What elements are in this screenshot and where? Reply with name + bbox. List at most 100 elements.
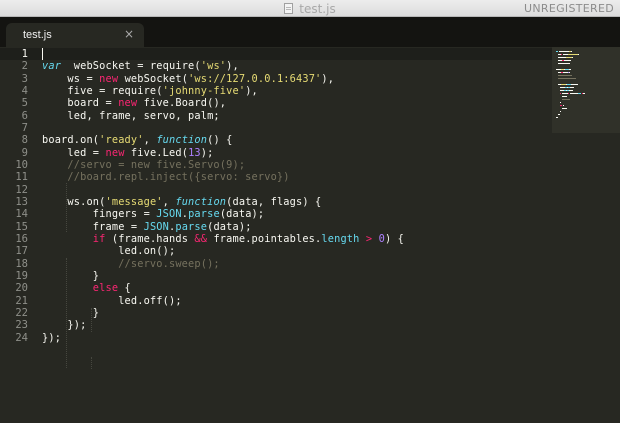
minimap-segment bbox=[568, 72, 570, 73]
code-token: led.off(); bbox=[42, 294, 182, 307]
code-token: length bbox=[321, 232, 360, 245]
code-token: frame = bbox=[42, 220, 144, 233]
title-bar[interactable]: test.js UNREGISTERED bbox=[0, 0, 620, 17]
code-line[interactable]: board = new five.Board(), bbox=[42, 97, 550, 109]
code-line[interactable]: led, frame, servo, palm; bbox=[42, 110, 550, 122]
code-token: board.on( bbox=[42, 134, 100, 147]
code-token: (frame.hands bbox=[105, 232, 195, 245]
code-token: 'ws' bbox=[200, 60, 227, 73]
line-number: 24 bbox=[15, 331, 28, 344]
code-line[interactable]: } bbox=[42, 270, 550, 282]
code-line[interactable]: //servo.sweep(); bbox=[42, 258, 550, 270]
minimap-segment bbox=[558, 51, 569, 52]
code-line[interactable] bbox=[42, 184, 550, 196]
code-token: } bbox=[42, 269, 100, 282]
code-token: //servo = new five.Servo(9); bbox=[42, 158, 246, 171]
tab-label: test.js bbox=[23, 29, 52, 41]
code-token: five.Board(), bbox=[137, 97, 227, 110]
code-token: 13 bbox=[188, 146, 201, 159]
minimap-segment bbox=[564, 60, 571, 61]
code-line[interactable]: }); bbox=[42, 332, 550, 344]
indent-guide bbox=[66, 183, 67, 232]
code-token: && bbox=[194, 232, 208, 245]
code-line[interactable]: ws.on('message', function(data, flags) { bbox=[42, 196, 550, 208]
line-number: 17 bbox=[15, 245, 28, 258]
code-token: fingers = bbox=[42, 208, 157, 221]
code-line[interactable]: var webSocket = require('ws'), bbox=[42, 60, 550, 72]
code-area[interactable]: var webSocket = require('ws'), ws = new … bbox=[42, 47, 550, 344]
code-line[interactable] bbox=[42, 48, 550, 60]
minimap-segment bbox=[567, 54, 578, 55]
minimap-segment bbox=[558, 57, 566, 58]
code-token: //servo.sweep(); bbox=[42, 257, 220, 270]
code-token: function bbox=[175, 195, 227, 208]
line-number: 10 bbox=[15, 158, 28, 171]
code-token: ) { bbox=[384, 232, 404, 245]
window-title-text: test.js bbox=[299, 1, 336, 16]
line-number: 23 bbox=[15, 319, 28, 332]
code-line[interactable]: //board.repl.inject({servo: servo}) bbox=[42, 171, 550, 183]
minimap-segment bbox=[570, 51, 572, 52]
indent-guide bbox=[66, 258, 67, 368]
tab-bar: test.js × bbox=[0, 17, 620, 47]
minimap-segment bbox=[583, 93, 585, 94]
minimap-segment bbox=[569, 69, 571, 70]
minimap[interactable] bbox=[552, 47, 620, 133]
code-line[interactable]: led.off(); bbox=[42, 295, 550, 307]
code-token: 'johnny-five' bbox=[162, 84, 246, 97]
code-token: webSocket = require( bbox=[61, 60, 201, 73]
line-number: 11 bbox=[15, 171, 28, 184]
code-token: frame.pointables. bbox=[207, 232, 322, 245]
license-status: UNREGISTERED bbox=[524, 2, 614, 15]
code-token: else bbox=[92, 282, 119, 295]
line-number: 7 bbox=[21, 121, 28, 134]
minimap-segment bbox=[560, 102, 561, 103]
line-number: 3 bbox=[21, 72, 28, 85]
code-token: ), bbox=[321, 72, 335, 85]
line-number: 5 bbox=[21, 97, 28, 110]
line-number: 2 bbox=[21, 60, 28, 73]
tab-test-js[interactable]: test.js × bbox=[6, 23, 144, 47]
code-line[interactable]: frame = JSON.parse(data); bbox=[42, 221, 550, 233]
code-token: parse bbox=[175, 220, 208, 233]
line-number: 14 bbox=[15, 208, 28, 221]
code-line[interactable] bbox=[42, 122, 550, 134]
code-line[interactable]: else { bbox=[42, 282, 550, 294]
minimap-segment bbox=[558, 78, 576, 79]
code-line[interactable]: ws = new webSocket('ws://127.0.0.1:6437'… bbox=[42, 73, 550, 85]
code-line[interactable]: if (frame.hands && frame.pointables.leng… bbox=[42, 233, 550, 245]
code-token: led = bbox=[42, 146, 106, 159]
code-editor[interactable]: 1 2 3 4 5 6 7 8 9 10 11 12 13 14 15 16 17 18 19 20 21 22 23 24 … bbox=[0, 47, 620, 423]
minimap-segment bbox=[558, 75, 572, 76]
minimap-segment bbox=[562, 96, 567, 97]
code-token: 'ready' bbox=[99, 134, 144, 147]
code-line[interactable]: led.on(); bbox=[42, 245, 550, 257]
code-line[interactable]: }); bbox=[42, 319, 550, 331]
code-line[interactable]: fingers = JSON.parse(data); bbox=[42, 208, 550, 220]
code-line[interactable]: //servo = new five.Servo(9); bbox=[42, 159, 550, 171]
code-line[interactable]: led = new five.Led(13); bbox=[42, 147, 550, 159]
minimap-segment bbox=[570, 87, 574, 88]
code-token: { bbox=[118, 282, 131, 295]
indent-guide bbox=[91, 308, 92, 332]
line-number-gutter[interactable]: 1 2 3 4 5 6 7 8 9 10 11 12 13 14 15 16 17 18 19 20 21 22 23 24 bbox=[0, 47, 28, 344]
code-token: function bbox=[156, 134, 208, 147]
editor-window: test.js UNREGISTERED test.js × 123456789… bbox=[0, 0, 620, 423]
code-token: ); bbox=[200, 146, 214, 159]
code-token: JSON bbox=[143, 220, 169, 233]
minimap-segment bbox=[558, 114, 560, 115]
code-token: , bbox=[162, 195, 176, 208]
code-token: 'ws://127.0.0.1:6437' bbox=[188, 72, 322, 85]
line-number: 20 bbox=[15, 282, 28, 295]
line-number: 6 bbox=[21, 109, 28, 122]
code-token: webSocket( bbox=[118, 72, 189, 85]
code-line[interactable]: board.on('ready', function() { bbox=[42, 134, 550, 146]
code-token: (data); bbox=[207, 220, 252, 233]
code-line[interactable]: five = require('johnny-five'), bbox=[42, 85, 550, 97]
close-icon[interactable]: × bbox=[124, 27, 134, 41]
line-number: 16 bbox=[15, 232, 28, 245]
minimap-segment bbox=[578, 54, 579, 55]
code-line[interactable]: } bbox=[42, 307, 550, 319]
minimap-segment bbox=[556, 51, 558, 52]
